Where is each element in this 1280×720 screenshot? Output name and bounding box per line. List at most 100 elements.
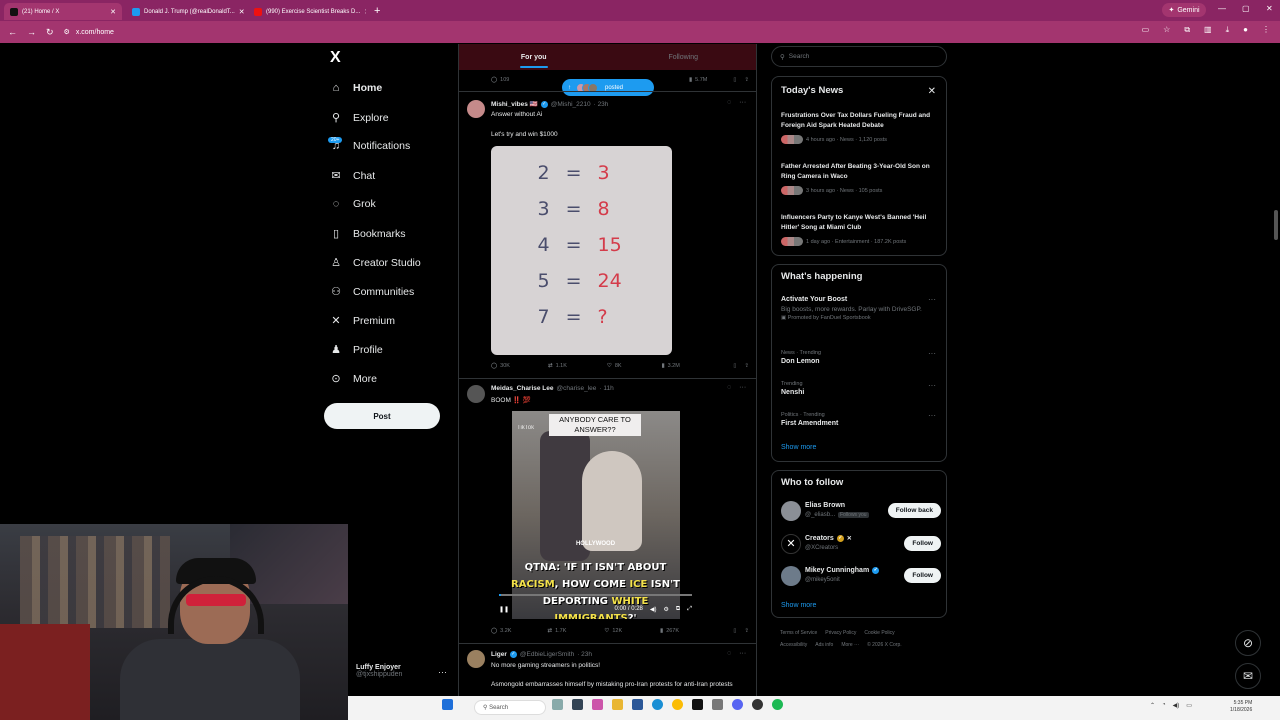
footer-link[interactable]: More ···	[841, 642, 859, 648]
more-icon[interactable]: ···	[928, 381, 936, 390]
more-icon[interactable]: ···	[739, 99, 746, 106]
settings-icon[interactable]: ⚙	[664, 606, 669, 613]
sidebar-item-premium[interactable]: ✕ Premium	[330, 314, 395, 328]
follow-button[interactable]: Follow	[904, 536, 941, 551]
profile-icon[interactable]: ●	[1243, 25, 1248, 35]
battery-icon[interactable]: ▭	[1186, 702, 1192, 709]
views-button[interactable]: ▮ 267K	[660, 628, 679, 634]
avatar[interactable]	[781, 566, 801, 586]
spotify-icon[interactable]	[772, 699, 783, 710]
video-progress[interactable]	[499, 594, 692, 596]
reply-button[interactable]: ◯ 30K	[491, 363, 510, 369]
like-button[interactable]: ♡ 8K	[607, 363, 622, 369]
volume-icon[interactable]: ◀)	[1173, 702, 1180, 709]
more-dots-icon[interactable]: ···	[438, 667, 447, 677]
pip-icon[interactable]: ⧉	[676, 606, 680, 613]
store-icon[interactable]	[632, 699, 643, 710]
volume-icon[interactable]: ◀)	[650, 606, 657, 613]
author-handle[interactable]: @EdbieLigerSmith	[520, 651, 574, 658]
star-icon[interactable]: ☆	[1163, 25, 1170, 35]
scrollbar[interactable]	[1274, 210, 1278, 240]
taskbar-search[interactable]: ⚲ Search	[474, 700, 546, 715]
author-name[interactable]: Liger	[491, 651, 507, 658]
sidebar-item-creator-studio[interactable]: ♙ Creator Studio	[330, 256, 421, 270]
show-more-link[interactable]: Show more	[781, 444, 816, 451]
site-info-icon[interactable]: ⚙	[64, 28, 70, 36]
sidebar-item-notifications[interactable]: ♫ Notifications	[330, 140, 410, 152]
extensions-icon[interactable]: ⧉	[1184, 25, 1190, 35]
x-logo-icon[interactable]: X	[330, 49, 341, 67]
follow-suggestion[interactable]: Elias Brown @_eliasb... Follows you Follo…	[781, 501, 941, 525]
avatar[interactable]	[781, 501, 801, 521]
post-time[interactable]: · 23h	[594, 101, 609, 108]
back-icon[interactable]: ←	[8, 27, 17, 38]
grok-icon[interactable]: ◌	[727, 384, 731, 391]
share-icon[interactable]: ⇪	[744, 77, 749, 83]
app-icon[interactable]	[752, 699, 763, 710]
repost-button[interactable]: ⇄ 1.1K	[548, 363, 567, 369]
close-window-icon[interactable]: ✕	[1266, 4, 1273, 13]
share-icon[interactable]: ⇪	[744, 363, 749, 369]
more-icon[interactable]: ···	[928, 295, 936, 304]
author-name[interactable]: Mishi_vibes 🇺🇸	[491, 100, 538, 108]
show-more-link[interactable]: Show more	[781, 602, 816, 609]
footer-link[interactable]: Privacy Policy	[825, 630, 856, 636]
menu-icon[interactable]: ⋮	[1262, 25, 1270, 35]
account-switcher[interactable]: Luffy Enjoyer @tjxshippuden	[356, 664, 402, 678]
post-time[interactable]: · 23h	[577, 651, 592, 658]
views-button[interactable]: ▮ 3.2M	[662, 363, 680, 369]
views-button[interactable]: ▮ 5.7M	[689, 77, 707, 83]
grok-icon[interactable]: ◌	[727, 650, 731, 657]
fullscreen-icon[interactable]: ⤢	[687, 606, 692, 613]
news-item[interactable]: Frustrations Over Tax Dollars Fueling Fr…	[781, 111, 941, 144]
author-handle[interactable]: @Mishi_2210	[551, 101, 591, 108]
browser-tab[interactable]: (990) Exercise Scientist Breaks D... ✕	[248, 3, 366, 20]
cast-icon[interactable]: ▭	[1142, 25, 1150, 35]
sidebar-item-home[interactable]: ⌂ Home	[330, 82, 383, 94]
copilot-icon[interactable]	[592, 699, 603, 710]
footer-link[interactable]: Cookie Policy	[864, 630, 894, 636]
close-tab-icon[interactable]: ✕	[239, 8, 244, 16]
trend-item[interactable]: News · Trending Don Lemon	[781, 349, 941, 367]
obs-icon[interactable]	[692, 699, 703, 710]
avatar[interactable]	[467, 100, 485, 118]
taskview-icon[interactable]	[572, 699, 583, 710]
follow-suggestion[interactable]: Mikey Cunningham ✓ @mikey5onit Follow	[781, 566, 941, 590]
taskbar-clock[interactable]: 5:35 PM 1/18/2026	[1230, 700, 1252, 714]
gemini-button[interactable]: ✦ Gemini	[1162, 3, 1206, 17]
sidebar-item-chat[interactable]: ✉ Chat	[330, 169, 375, 183]
sidebar-item-communities[interactable]: ⚇ Communities	[330, 285, 414, 299]
follow-button[interactable]: Follow	[904, 568, 941, 583]
more-icon[interactable]: ···	[928, 349, 936, 358]
folder-icon[interactable]	[612, 699, 623, 710]
windows-start-icon[interactable]	[442, 699, 453, 710]
pause-icon[interactable]: ❚❚	[499, 606, 509, 613]
close-tab-icon[interactable]: ✕	[110, 8, 116, 16]
wifi-icon[interactable]: ◔	[1162, 702, 1166, 709]
reply-button[interactable]: ◯ 3.2K	[491, 628, 511, 634]
follow-suggestion[interactable]: ✕ Creators ✓ ✕ @XCreators Follow	[781, 534, 941, 558]
reply-button[interactable]: ◯ 109	[491, 77, 509, 83]
share-icon[interactable]: ⇪	[744, 628, 749, 634]
more-icon[interactable]: ···	[928, 411, 936, 420]
url-field[interactable]: x.com/home	[76, 29, 114, 36]
close-tab-icon[interactable]: ✕	[364, 8, 366, 16]
bookmark-icon[interactable]: ▯	[733, 77, 736, 83]
avatar[interactable]	[467, 385, 485, 403]
avatar[interactable]	[467, 650, 485, 668]
discord-icon[interactable]	[732, 699, 743, 710]
sidebar-item-explore[interactable]: ⚲ Explore	[330, 111, 389, 125]
sidebar-item-profile[interactable]: ♟ Profile	[330, 343, 383, 357]
bookmark-icon[interactable]: ▯	[733, 363, 736, 369]
author-handle[interactable]: @charise_lee	[557, 385, 597, 392]
tab-following[interactable]: Following	[609, 44, 757, 70]
browser-tab[interactable]: Donald J. Trump (@realDonaldT... ✕	[126, 3, 244, 20]
like-button[interactable]: ♡ 12K	[604, 628, 622, 634]
trend-item[interactable]: Politics · Trending First Amendment	[781, 411, 941, 429]
sidebar-item-grok[interactable]: ◌ Grok	[330, 198, 376, 210]
footer-link[interactable]: Accessibility	[780, 642, 807, 648]
new-tab-button[interactable]: +	[374, 5, 380, 17]
browser-tab[interactable]: (21) Home / X ✕	[4, 3, 122, 20]
post-time[interactable]: · 11h	[599, 385, 613, 392]
footer-link[interactable]: Terms of Service	[780, 630, 817, 636]
